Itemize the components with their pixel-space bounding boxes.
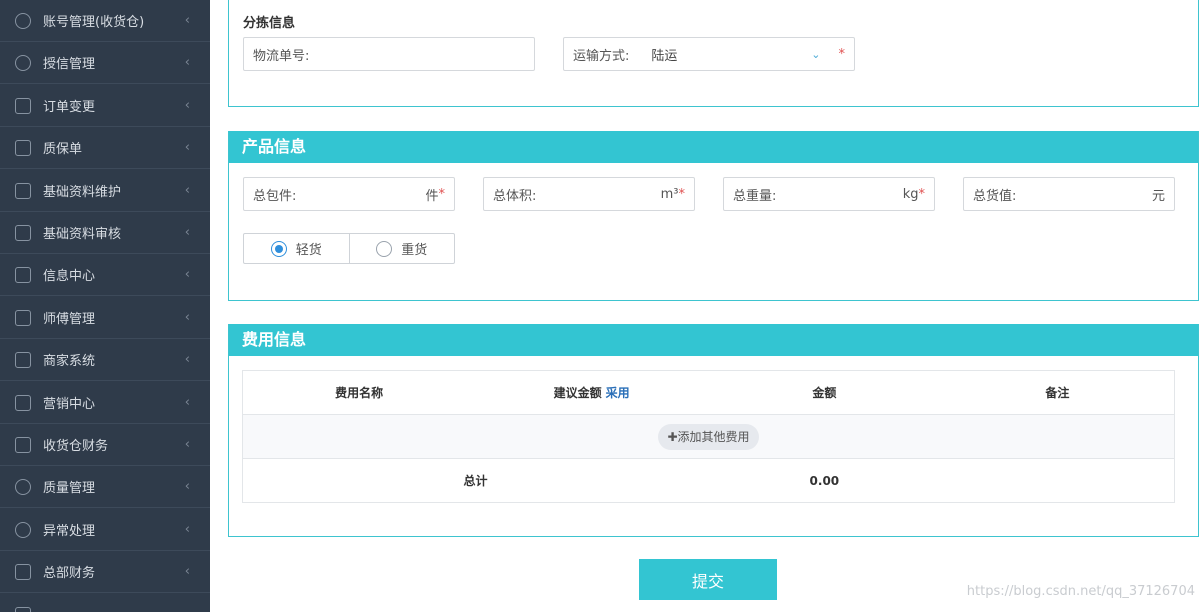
alert-icon [15,521,31,538]
user-icon [15,54,31,71]
edit-icon [15,394,31,411]
radio-light-cargo[interactable]: 轻货 [244,234,349,263]
fee-table: 费用名称 建议金额 采用 金额 备注 ✚添加其他费用 总计 0.00 [242,370,1175,503]
add-fee-row: ✚添加其他费用 [242,414,1175,459]
shipping-method-value: 陆运 [651,48,678,64]
total-row: 总计 0.00 [243,459,1175,503]
doc-icon [15,139,31,156]
chevron-left-icon: ‹ [184,267,190,282]
grid-icon [15,182,31,199]
chevron-left-icon: ‹ [184,479,190,494]
sidebar-item-account[interactable]: 账号管理(收货仓) ‹ [0,0,210,42]
grid-icon [15,224,31,241]
total-label: 总计 [463,474,488,488]
required-mark: * [838,46,846,62]
cargo-type-radio-group: 轻货 重货 [243,233,455,264]
submit-button[interactable]: 提交 [639,559,777,600]
sidebar-item-base-review[interactable]: 基础资料审核 ‹ [0,212,210,254]
total-packages-field[interactable]: 总包件: 件 * [243,177,455,211]
chevron-left-icon: ‹ [184,395,190,410]
sidebar-item-master[interactable]: 师傅管理 ‹ [0,297,210,339]
col-remark: 备注 [940,370,1175,415]
sidebar: 账号管理(收货仓) ‹ 授信管理 ‹ 订单变更 ‹ 质保单 ‹ 基础资料维护 ‹ 基础资料… [0,0,210,612]
chevron-left-icon: ‹ [184,564,190,579]
chevron-left-icon: ‹ [184,437,190,452]
sidebar-item-quality[interactable]: 质量管理 ‹ [0,466,210,508]
gear-icon [15,12,31,29]
doc-icon [15,606,31,612]
sidebar-item-partial[interactable] [0,594,210,612]
copy-icon [15,563,31,580]
sidebar-item-marketing[interactable]: 营销中心 ‹ [0,382,210,424]
chevron-left-icon: ‹ [184,98,190,113]
col-amount: 金额 [707,370,941,415]
sorting-panel: 分拣信息 物流单号: 运输方式: 陆运 ⌄ * [228,0,1199,107]
doc-icon [15,97,31,114]
chevron-down-icon: ⌄ [811,47,821,61]
shipping-method-select[interactable]: 运输方式: 陆运 ⌄ * [563,37,855,71]
shield-icon [15,478,31,495]
chevron-left-icon: ‹ [184,13,190,28]
product-panel: 产品信息 总包件: 件 * 总体积: m³ * 总重量: kg * 总货值: 元 轻货 [228,131,1199,301]
grid-icon [15,266,31,283]
total-value: 0.00 [809,473,840,488]
tracking-number-field[interactable]: 物流单号: [243,37,535,71]
sidebar-item-order-change[interactable]: 订单变更 ‹ [0,85,210,127]
chevron-left-icon: ‹ [184,140,190,155]
main-content: 分拣信息 物流单号: 运输方式: 陆运 ⌄ * 产品信息 总包件: 件 * 总体积… [210,0,1203,612]
total-weight-field[interactable]: 总重量: kg * [723,177,935,211]
sidebar-item-base-maintain[interactable]: 基础资料维护 ‹ [0,170,210,212]
chevron-left-icon: ‹ [184,310,190,325]
product-title: 产品信息 [229,131,1198,163]
add-other-fee-button[interactable]: ✚添加其他费用 [658,423,759,450]
sorting-title: 分拣信息 [243,16,296,31]
wallet-icon [15,436,31,453]
sidebar-item-hq-finance[interactable]: 总部财务 ‹ [0,551,210,593]
store-icon [15,351,31,368]
fee-title: 费用信息 [229,324,1198,356]
adopt-link[interactable]: 采用 [606,386,630,400]
chevron-left-icon: ‹ [184,55,190,70]
radio-checked-icon [270,240,287,257]
col-fee-name: 费用名称 [242,370,476,415]
sidebar-item-exception[interactable]: 异常处理 ‹ [0,509,210,551]
watermark: https://blog.csdn.net/qq_37126704 [966,584,1195,599]
col-suggested-amount: 建议金额 采用 [475,370,708,415]
chevron-left-icon: ‹ [184,352,190,367]
sidebar-item-warehouse-finance[interactable]: 收货仓财务 ‹ [0,424,210,466]
sidebar-item-credit[interactable]: 授信管理 ‹ [0,42,210,84]
sidebar-item-info-center[interactable]: 信息中心 ‹ [0,254,210,296]
radio-heavy-cargo[interactable]: 重货 [348,234,455,263]
total-volume-field[interactable]: 总体积: m³ * [483,177,695,211]
sidebar-item-merchant[interactable]: 商家系统 ‹ [0,339,210,381]
fee-table-header: 费用名称 建议金额 采用 金额 备注 [242,370,1175,415]
chevron-left-icon: ‹ [184,225,190,240]
grid-icon [15,309,31,326]
radio-unchecked-icon [376,240,393,257]
chevron-left-icon: ‹ [184,522,190,537]
plus-icon: ✚ [667,429,678,444]
sidebar-item-warranty[interactable]: 质保单 ‹ [0,127,210,169]
total-value-field[interactable]: 总货值: 元 [963,177,1175,211]
chevron-left-icon: ‹ [184,183,190,198]
